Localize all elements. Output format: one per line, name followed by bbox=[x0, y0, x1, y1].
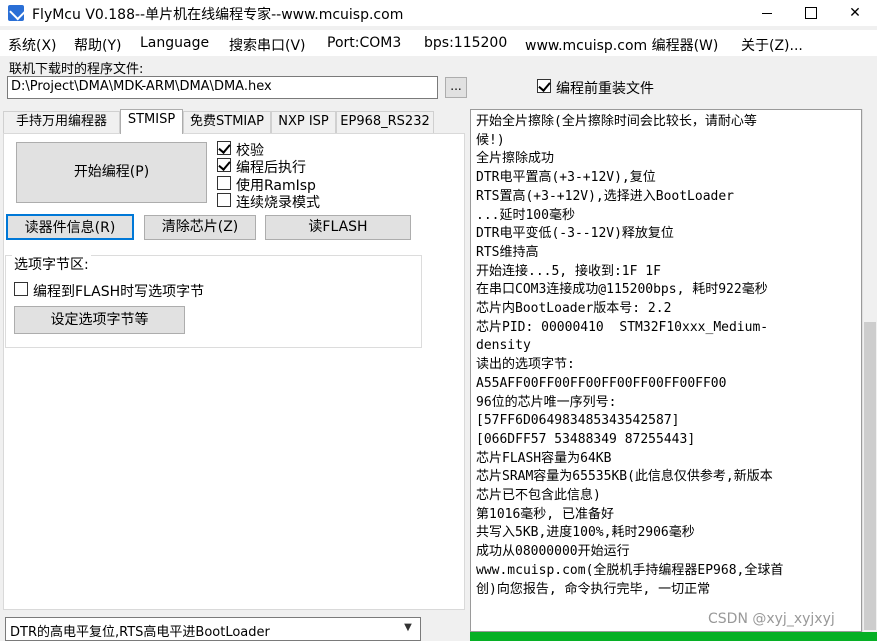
log-line: [066DFF57 53488349 87255443] bbox=[476, 431, 696, 447]
log-line: 开始连接...5, 接收到:1F 1F bbox=[476, 263, 661, 279]
menu-system[interactable]: 系统(X) bbox=[8, 35, 57, 55]
reload-file-checkbox[interactable] bbox=[537, 79, 551, 93]
close-icon: ✕ bbox=[849, 5, 861, 21]
log-line: 开始全片擦除(全片擦除时间会比较长，请耐心等 bbox=[476, 114, 757, 129]
menu-baudrate[interactable]: bps:115200 bbox=[424, 35, 507, 51]
run-after-program-label: 编程后执行 bbox=[236, 160, 306, 176]
app-icon bbox=[8, 5, 24, 21]
log-line: 第1016毫秒, 已准备好 bbox=[476, 506, 614, 522]
continuous-mode-label: 连续烧录模式 bbox=[236, 195, 320, 211]
log-line: www.mcuisp.com(全脱机手持编程器EP968,全球首 bbox=[476, 562, 784, 578]
menu-programmer[interactable]: www.mcuisp.com 编程器(W) bbox=[525, 35, 718, 55]
log-line: 芯片PID: 00000410 STM32F10xxx_Medium- bbox=[476, 319, 769, 335]
set-option-bytes-button[interactable]: 设定选项字节等 bbox=[14, 306, 185, 334]
log-line: 芯片内BootLoader版本号: 2.2 bbox=[476, 301, 672, 317]
log-line: 候!) bbox=[476, 132, 505, 148]
continuous-mode-checkbox[interactable] bbox=[217, 193, 231, 207]
menu-bar: 系统(X) 帮助(Y) Language 搜索串口(V) Port:COM3 b… bbox=[0, 30, 877, 56]
minimize-icon bbox=[762, 12, 772, 14]
log-line: RTS置高(+3-+12V),选择进入BootLoader bbox=[476, 188, 735, 204]
log-line: 创)向您报告, 命令执行完毕, 一切正常 bbox=[476, 581, 711, 597]
chevron-down-icon[interactable]: ▼ bbox=[400, 620, 416, 636]
log-line: 芯片FLASH容量为64KB bbox=[476, 450, 612, 466]
log-line: RTS维持高 bbox=[476, 244, 539, 260]
write-option-bytes-checkbox[interactable] bbox=[14, 282, 28, 296]
read-flash-button[interactable]: 读FLASH bbox=[265, 215, 411, 240]
reload-file-label: 编程前重装文件 bbox=[556, 81, 654, 97]
write-option-bytes-label: 编程到FLASH时写选项字节 bbox=[33, 284, 205, 300]
menu-about[interactable]: 关于(Z)... bbox=[741, 35, 803, 55]
use-ramisp-checkbox[interactable] bbox=[217, 176, 231, 190]
tab-nxp-isp[interactable]: NXP ISP bbox=[271, 111, 336, 133]
log-line: A55AFF00FF00FF00FF00FF00FF00FF00 bbox=[476, 375, 727, 391]
tab-handheld[interactable]: 手持万用编程器 bbox=[3, 111, 120, 133]
start-program-button[interactable]: 开始编程(P) bbox=[16, 142, 207, 203]
watermark: CSDN @xyj_xyjxyj bbox=[708, 611, 835, 627]
menu-port[interactable]: Port:COM3 bbox=[327, 35, 401, 51]
menu-help[interactable]: 帮助(Y) bbox=[74, 35, 121, 55]
log-line: ...延时100毫秒 bbox=[476, 207, 575, 223]
log-line: 芯片SRAM容量为65535KB(此信息仅供参考,新版本 bbox=[476, 469, 773, 485]
log-output[interactable]: 开始全片擦除(全片擦除时间会比较长，请耐心等 候!) 全片擦除成功 DTR电平置高(+… bbox=[470, 109, 862, 632]
close-button[interactable]: ✕ bbox=[833, 0, 877, 26]
log-line: 共写入5KB,进度100%,耗时2906毫秒 bbox=[476, 525, 695, 541]
tab-stmiap[interactable]: 免费STMIAP bbox=[183, 111, 271, 133]
erase-chip-button[interactable]: 清除芯片(Z) bbox=[144, 215, 256, 240]
menu-search-port[interactable]: 搜索串口(V) bbox=[229, 35, 306, 55]
log-line: [57FF6D064983485343542587] bbox=[476, 413, 680, 429]
verify-checkbox[interactable] bbox=[217, 141, 231, 155]
minimize-button[interactable] bbox=[745, 0, 789, 26]
log-scrollbar-thumb[interactable] bbox=[864, 322, 876, 630]
browse-button[interactable]: ... bbox=[445, 77, 467, 98]
maximize-button[interactable] bbox=[789, 0, 833, 26]
progress-bar bbox=[470, 632, 877, 641]
option-bytes-title: 选项字节区: bbox=[12, 254, 91, 274]
log-line: density bbox=[476, 338, 531, 354]
menu-language[interactable]: Language bbox=[140, 35, 209, 51]
log-lines: 开始全片擦除(全片擦除时间会比较长，请耐心等 候!) 全片擦除成功 DTR电平置高(+… bbox=[476, 113, 859, 599]
tab-stmisp[interactable]: STMISP bbox=[120, 109, 183, 134]
file-label: 联机下载时的程序文件: bbox=[9, 62, 144, 77]
window-title: FlyMcu V0.188--单片机在线编程专家--www.mcuisp.com bbox=[32, 7, 404, 23]
read-device-info-button[interactable]: 读器件信息(R) bbox=[6, 214, 134, 240]
tab-ep968[interactable]: EP968_RS232 bbox=[336, 111, 434, 133]
log-line: 在串口COM3连接成功@115200bps, 耗时922毫秒 bbox=[476, 282, 768, 298]
file-path-input[interactable]: D:\Project\DMA\MDK-ARM\DMA\DMA.hex bbox=[7, 76, 438, 99]
log-line: 全片擦除成功 bbox=[476, 151, 555, 167]
maximize-icon bbox=[805, 7, 817, 19]
run-after-program-checkbox[interactable] bbox=[217, 158, 231, 172]
log-line: DTR电平变低(-3--12V)释放复位 bbox=[476, 226, 674, 242]
log-line: DTR电平置高(+3-+12V),复位 bbox=[476, 170, 656, 186]
log-line: 96位的芯片唯一序列号: bbox=[476, 394, 617, 410]
log-line: 芯片已不包含此信息) bbox=[476, 488, 601, 504]
tab-panel bbox=[3, 133, 465, 610]
log-line: 成功从08000000开始运行 bbox=[476, 544, 630, 560]
log-line: 读出的选项字节: bbox=[476, 357, 575, 373]
dtr-rts-select-value: DTR的高电平复位,RTS高电平进BootLoader bbox=[10, 625, 270, 640]
